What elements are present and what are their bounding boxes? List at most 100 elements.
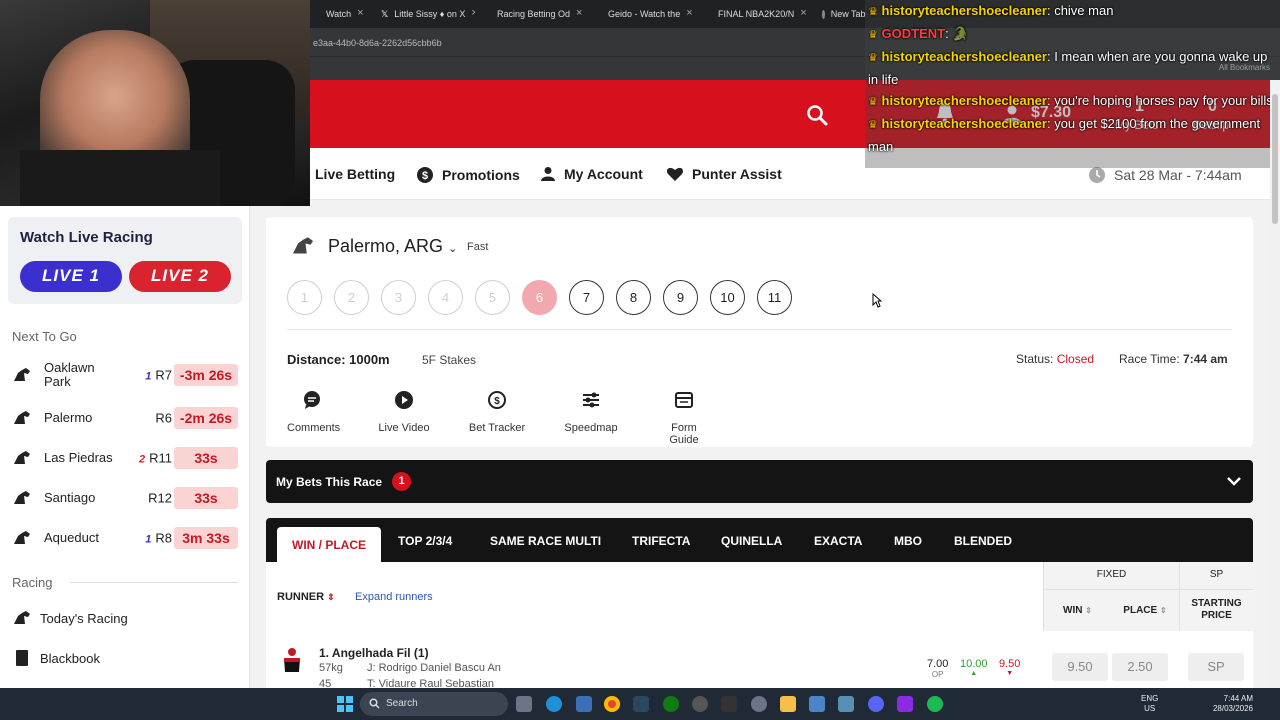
tool-label: Comments (287, 422, 341, 434)
spotify-icon[interactable] (927, 696, 943, 712)
race-number-button[interactable]: 3 (381, 280, 416, 315)
form-guide-tool[interactable]: Form Guide (655, 391, 713, 446)
tab-blended[interactable]: BLENDED (954, 534, 1012, 548)
next-to-go-item[interactable]: Palermo R6 -2m 26s (12, 400, 240, 436)
race-number-button[interactable]: 10 (710, 280, 745, 315)
opening-price: 7.00 OP (927, 658, 948, 679)
windows-start-icon[interactable] (337, 696, 353, 712)
close-icon[interactable]: × (357, 7, 363, 28)
live-1-button[interactable]: LIVE 1 (20, 261, 122, 292)
place-sort-header[interactable]: PLACE ⇕ (1111, 589, 1179, 631)
win-sort-header[interactable]: WIN ⇕ (1043, 589, 1111, 631)
nav-punter-assist[interactable]: Punter Assist (666, 166, 782, 182)
live-video-tool[interactable]: Live Video (378, 391, 430, 434)
race-number-button[interactable]: 4 (428, 280, 463, 315)
expand-runners-link[interactable]: Expand runners (355, 591, 433, 603)
search-icon[interactable] (806, 104, 828, 126)
horse-icon (14, 368, 30, 381)
tab-win-place[interactable]: WIN / PLACE (292, 538, 366, 552)
chrome-icon[interactable] (604, 696, 620, 712)
next-to-go-item[interactable]: Santiago R12 33s (12, 480, 240, 516)
comments-tool[interactable]: Comments (287, 391, 341, 434)
language-indicator[interactable]: ENG US (1141, 694, 1158, 714)
tool-label: Bet Tracker (468, 422, 526, 434)
crown-badge-icon: ♛ (868, 6, 878, 18)
live-badge-icon: 1 (145, 370, 152, 383)
sp-price-button[interactable]: SP (1188, 653, 1244, 681)
close-icon[interactable]: × (576, 7, 582, 28)
venue-selector[interactable]: Palermo, ARG ⌄ (328, 236, 457, 257)
nav-promotions[interactable]: $ Promotions (416, 166, 520, 184)
browser-tab[interactable]: FINAL NBA2K20/N × (696, 0, 806, 28)
settings-gear-icon[interactable] (751, 696, 767, 712)
epic-games-icon[interactable] (721, 696, 737, 712)
bet-tracker-tool[interactable]: $ Bet Tracker (468, 391, 526, 434)
nav-label: Live Betting (315, 166, 396, 182)
nav-live-betting[interactable]: Live Betting (315, 166, 395, 182)
tab-trifecta[interactable]: TRIFECTA (632, 534, 690, 548)
task-view-icon[interactable] (516, 696, 532, 712)
race-number-button[interactable]: 5 (475, 280, 510, 315)
race-number-button[interactable]: 1 (287, 280, 322, 315)
race-number-button[interactable]: 7 (569, 280, 604, 315)
next-to-go-item[interactable]: Aqueduct 1 R8 3m 33s (12, 520, 240, 556)
nav-my-account[interactable]: My Account (540, 166, 643, 182)
edge-icon[interactable] (546, 696, 562, 712)
horse-icon (14, 611, 30, 624)
runner-weight: 57kg (319, 662, 343, 674)
app-icon[interactable] (576, 696, 592, 712)
race-number-button[interactable]: 2 (334, 280, 369, 315)
browser-tab[interactable]: 𝕏 Little Sissy ♦ on X × (365, 0, 475, 28)
next-to-go-item[interactable]: Oaklawn Park 1 R7 -3m 26s (12, 357, 240, 393)
tool-label: Live Video (378, 422, 430, 434)
store-icon[interactable] (809, 696, 825, 712)
file-explorer-icon[interactable] (780, 696, 796, 712)
runner-sort-header[interactable]: RUNNER ⇕ (277, 591, 335, 603)
race-number-button[interactable]: 8 (616, 280, 651, 315)
system-clock[interactable]: 7:44 AM 28/03/2026 (1207, 694, 1253, 714)
tab-quinella[interactable]: QUINELLA (721, 534, 782, 548)
tab-label: Watch (326, 9, 352, 19)
live-2-button[interactable]: LIVE 2 (129, 261, 231, 292)
blackbook-link[interactable]: Blackbook (12, 650, 100, 666)
race-status: Status: Closed (1016, 352, 1094, 366)
tab-same-race-multi[interactable]: SAME RACE MULTI (490, 534, 601, 548)
scrollbar-thumb[interactable] (1272, 94, 1278, 224)
price-flux-up: 10.00 ▲ (960, 658, 988, 677)
divider (70, 582, 238, 583)
tab-label: Geido - Watch the (608, 9, 681, 19)
speedmap-tool[interactable]: Speedmap (563, 391, 619, 434)
chevron-down-icon[interactable] (1226, 474, 1242, 488)
horse-icon (14, 531, 30, 544)
tab-top-234[interactable]: TOP 2/3/4 (398, 534, 452, 548)
tab-label: Racing Betting Od (497, 9, 571, 19)
browser-tab[interactable]: Racing Betting Od × (475, 0, 586, 28)
app-icon[interactable] (897, 696, 913, 712)
browser-tab[interactable]: Geido - Watch the × (586, 0, 696, 28)
place-price-button[interactable]: 2.50 (1112, 653, 1168, 681)
tab-mbo[interactable]: MBO (894, 534, 922, 548)
page-scrollbar[interactable] (1270, 80, 1280, 688)
race-number: R12 (148, 490, 172, 506)
runner-name[interactable]: 1. Angelhada Fil (1) (319, 646, 429, 660)
browser-tab[interactable]: Watch × (310, 0, 365, 28)
clock-time: 7:44 AM (1223, 694, 1253, 703)
race-number-button[interactable]: 9 (663, 280, 698, 315)
app-icon[interactable] (692, 696, 708, 712)
tab-exacta[interactable]: EXACTA (814, 534, 862, 548)
app-icon[interactable] (838, 696, 854, 712)
venue-title: Palermo, ARG (328, 236, 444, 256)
win-price-button[interactable]: 9.50 (1052, 653, 1108, 681)
nav-label: Promotions (442, 167, 520, 183)
steam-icon[interactable] (633, 696, 649, 712)
discord-icon[interactable] (868, 696, 884, 712)
close-icon[interactable]: × (686, 7, 692, 28)
todays-racing-link[interactable]: Today's Racing (12, 610, 128, 626)
starting-price-header[interactable]: STARTING PRICE (1179, 589, 1253, 631)
taskbar-search[interactable]: Search (360, 692, 508, 716)
race-number-button[interactable]: 11 (757, 280, 792, 315)
my-bets-this-race-bar[interactable] (266, 460, 1253, 503)
next-to-go-item[interactable]: Las Piedras 2 R11 33s (12, 440, 240, 476)
xbox-icon[interactable] (663, 696, 679, 712)
race-number-button-active[interactable]: 6 (522, 280, 557, 315)
